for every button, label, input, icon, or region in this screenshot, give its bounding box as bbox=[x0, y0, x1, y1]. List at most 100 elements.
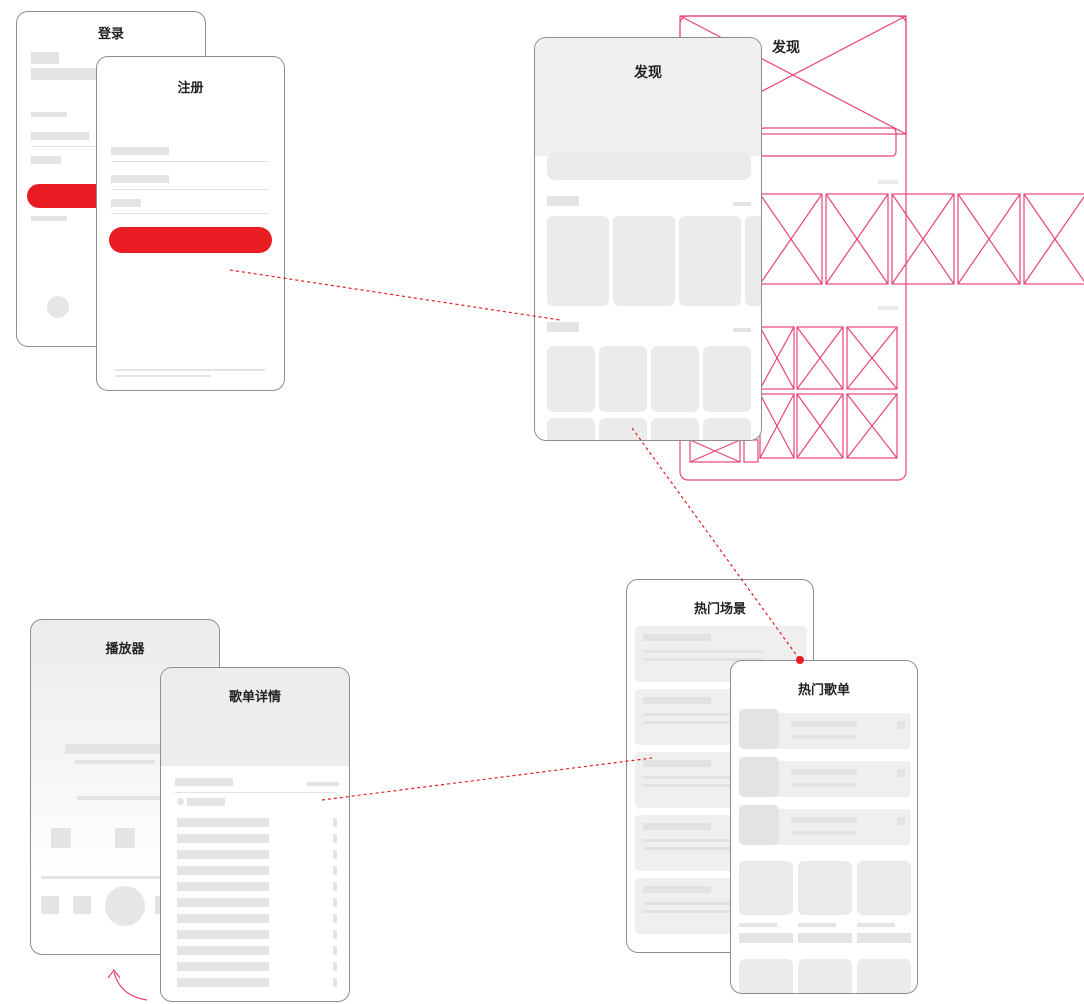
discover-card[interactable] bbox=[613, 216, 675, 306]
avatar-placeholder bbox=[47, 296, 69, 318]
track-menu-icon[interactable] bbox=[333, 978, 337, 987]
hot-playlists-title: 热门歌单 bbox=[797, 683, 850, 698]
discover-grid-item[interactable] bbox=[651, 346, 699, 412]
playlist-cover bbox=[739, 709, 779, 749]
login-title: 登录 bbox=[97, 27, 124, 42]
track-row[interactable] bbox=[177, 834, 269, 843]
scene-card-title bbox=[643, 823, 711, 830]
discover-grid-item[interactable] bbox=[599, 346, 647, 412]
track-menu-icon[interactable] bbox=[333, 850, 337, 859]
track-menu-icon[interactable] bbox=[333, 866, 337, 875]
track-menu-icon[interactable] bbox=[333, 962, 337, 971]
playlist-grid-item[interactable] bbox=[739, 959, 793, 993]
register-title: 注册 bbox=[177, 81, 204, 96]
track-row[interactable] bbox=[177, 866, 269, 875]
playlist-detail-label bbox=[175, 778, 233, 786]
track-row[interactable] bbox=[177, 978, 269, 987]
track-row[interactable] bbox=[177, 898, 269, 907]
register-footer-line bbox=[115, 375, 211, 377]
track-menu-icon[interactable] bbox=[333, 930, 337, 939]
scene-card-title bbox=[643, 760, 711, 767]
playlist-grid-item[interactable] bbox=[857, 959, 911, 993]
playlist-row-title bbox=[791, 817, 857, 823]
player-play-button[interactable] bbox=[105, 886, 145, 926]
player-title: 播放器 bbox=[105, 642, 145, 657]
discover-more bbox=[733, 328, 751, 332]
playlist-row-subtitle bbox=[791, 735, 857, 739]
login-placeholder bbox=[31, 52, 59, 64]
track-menu-icon[interactable] bbox=[333, 882, 337, 891]
track-row[interactable] bbox=[177, 962, 269, 971]
discover-card[interactable] bbox=[679, 216, 741, 306]
login-placeholder bbox=[31, 68, 101, 80]
discover-header bbox=[535, 38, 761, 156]
register-placeholder bbox=[111, 199, 141, 207]
register-screen: 注册 bbox=[96, 56, 285, 391]
playlist-row-more[interactable] bbox=[897, 817, 905, 825]
track-menu-icon[interactable] bbox=[333, 898, 337, 907]
playlist-grid-item[interactable] bbox=[798, 861, 852, 915]
register-button[interactable] bbox=[109, 227, 272, 253]
track-row[interactable] bbox=[177, 946, 269, 955]
discover-grid-item[interactable] bbox=[651, 418, 699, 440]
playlist-row-more[interactable] bbox=[897, 769, 905, 777]
register-footer-line bbox=[115, 369, 265, 371]
playlist-detail-more bbox=[307, 782, 339, 786]
scene-card-title bbox=[643, 697, 711, 704]
player-prev-button[interactable] bbox=[73, 896, 91, 914]
track-menu-icon[interactable] bbox=[333, 946, 337, 955]
playlist-detail-title: 歌单详情 bbox=[228, 690, 281, 705]
scene-card-line bbox=[643, 650, 763, 653]
track-row[interactable] bbox=[177, 882, 269, 891]
register-placeholder bbox=[111, 175, 169, 183]
playlist-grid-item[interactable] bbox=[857, 861, 911, 915]
track-row[interactable] bbox=[177, 914, 269, 923]
discover-section-label bbox=[547, 196, 579, 206]
player-lyric bbox=[77, 796, 167, 800]
discover-search-bar[interactable] bbox=[547, 152, 751, 180]
playlist-cover bbox=[739, 757, 779, 797]
discover-card[interactable] bbox=[547, 216, 609, 306]
discover-more bbox=[733, 202, 751, 206]
track-row[interactable] bbox=[177, 930, 269, 939]
player-song-title bbox=[65, 744, 165, 754]
scene-card-title bbox=[643, 634, 711, 641]
playlist-grid-item[interactable] bbox=[798, 959, 852, 993]
hot-playlists-screen: 热门歌单 bbox=[730, 660, 918, 994]
playlist-grid-item[interactable] bbox=[739, 861, 793, 915]
track-row[interactable] bbox=[177, 850, 269, 859]
scene-card-title bbox=[643, 886, 711, 893]
register-placeholder bbox=[111, 147, 169, 155]
login-placeholder bbox=[31, 156, 61, 164]
playlist-row-title bbox=[791, 721, 857, 727]
playlist-row-title bbox=[791, 769, 857, 775]
discover-grid-item[interactable] bbox=[703, 346, 751, 412]
play-all-label[interactable] bbox=[187, 798, 225, 806]
discover-grid-item[interactable] bbox=[703, 418, 751, 440]
track-menu-icon[interactable] bbox=[333, 834, 337, 843]
playlist-cover bbox=[739, 805, 779, 845]
login-placeholder bbox=[31, 132, 89, 140]
player-mode-button[interactable] bbox=[41, 896, 59, 914]
playlist-detail-header bbox=[161, 668, 349, 766]
track-menu-icon[interactable] bbox=[333, 818, 337, 827]
discover-wireframe-title: 发现 bbox=[772, 40, 800, 56]
login-placeholder bbox=[31, 112, 67, 117]
track-row[interactable] bbox=[177, 818, 269, 827]
discover-grid-item[interactable] bbox=[547, 346, 595, 412]
player-action[interactable] bbox=[51, 828, 71, 848]
play-all-icon[interactable] bbox=[177, 798, 184, 805]
playlist-row-subtitle bbox=[791, 831, 857, 835]
discover-title: 发现 bbox=[634, 65, 662, 81]
discover-card[interactable] bbox=[745, 216, 761, 306]
player-action[interactable] bbox=[115, 828, 135, 848]
playlist-row-more[interactable] bbox=[897, 721, 905, 729]
playlist-row-subtitle bbox=[791, 783, 857, 787]
discover-screen: 发现 bbox=[534, 37, 762, 441]
hot-scenes-title: 热门场景 bbox=[693, 602, 746, 617]
discover-grid-item[interactable] bbox=[547, 418, 595, 440]
discover-grid-item[interactable] bbox=[599, 418, 647, 440]
track-menu-icon[interactable] bbox=[333, 914, 337, 923]
playlist-detail-screen: 歌单详情 bbox=[160, 667, 350, 1002]
player-artist bbox=[75, 760, 155, 764]
